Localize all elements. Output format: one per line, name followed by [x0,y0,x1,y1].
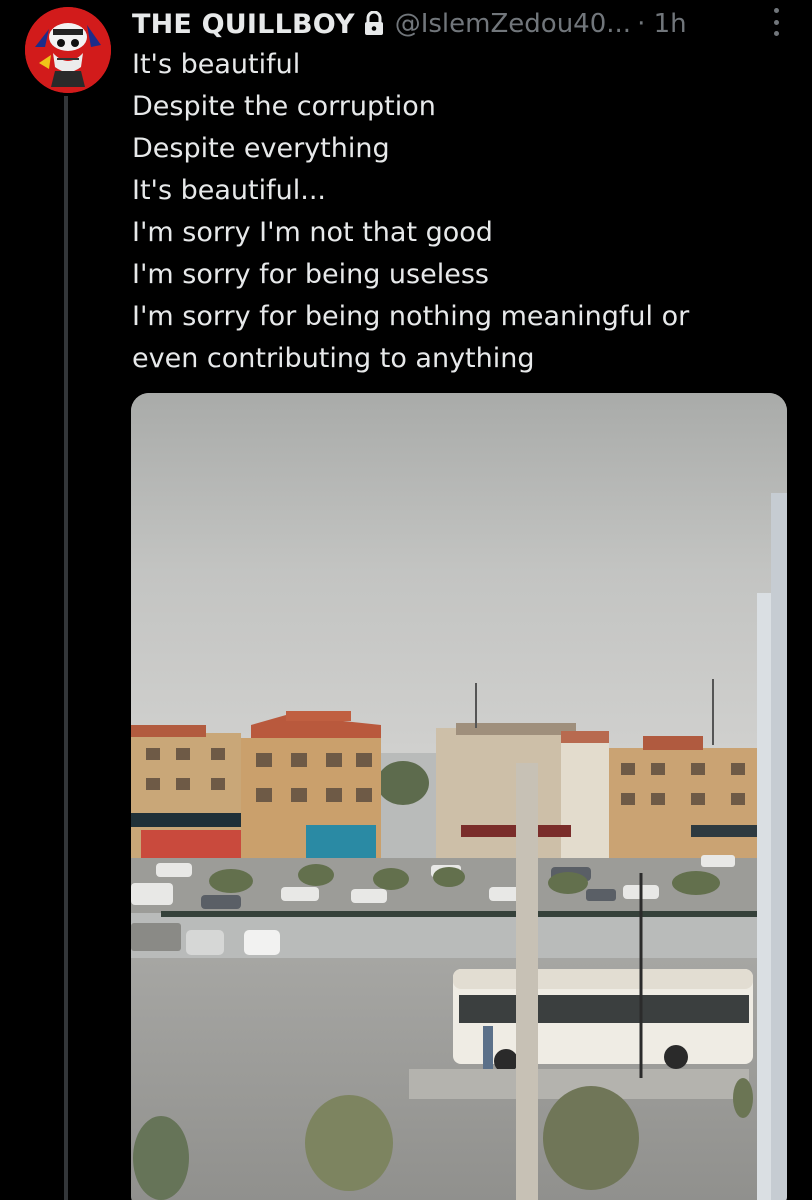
tweet-text-line: Despite everything [132,133,390,164]
tweet-header: THE QUILLBOY @IslemZedou40... · 1h [132,4,812,44]
tweet-text-line: I'm sorry for being useless [132,259,489,290]
tweet-text-line: even contributing to anything [132,343,535,374]
handle[interactable]: @IslemZedou40... [395,9,631,39]
thread-line [64,96,68,1200]
tweet[interactable]: THE QUILLBOY @IslemZedou40... · 1h It's … [0,0,812,1200]
lock-icon [363,10,385,37]
tweet-text-line: It's beautiful [132,49,301,80]
timestamp[interactable]: · 1h [637,9,687,39]
tweet-photo[interactable] [131,393,787,1200]
display-name[interactable]: THE QUILLBOY [132,9,355,40]
tweet-text-line: It's beautiful... [132,175,326,206]
tweet-text: It's beautiful Despite the corruption De… [132,44,792,380]
more-options-icon[interactable] [772,8,780,36]
tweet-text-line: I'm sorry I'm not that good [132,217,493,248]
avatar[interactable] [25,7,111,93]
tweet-text-line: Despite the corruption [132,91,436,122]
tweet-text-line: I'm sorry for being nothing meaningful o… [132,301,690,332]
